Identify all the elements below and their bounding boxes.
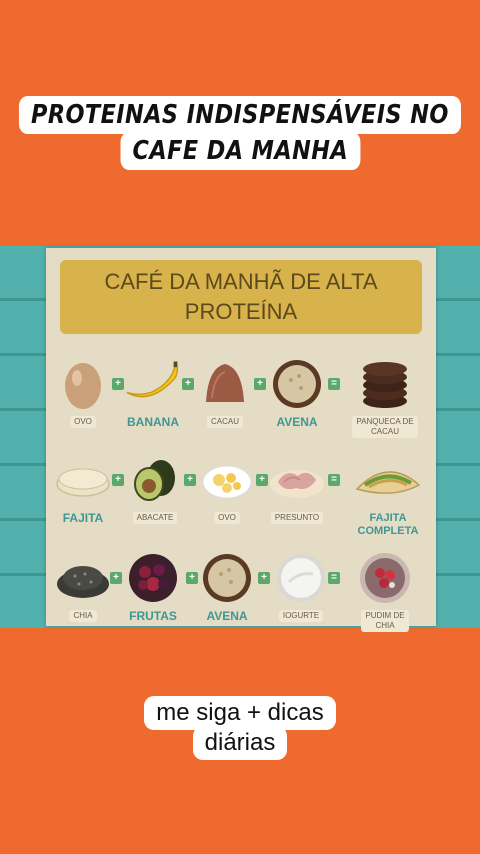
chia-pudding-icon xyxy=(355,550,415,606)
result-fajita: FAJITA COMPLETA xyxy=(352,452,424,544)
ingredient-chia: CHIA xyxy=(50,550,116,642)
recipe-row-2: FAJITA + ABACATE + OVO + PRESUNTO = FAJI… xyxy=(46,452,436,544)
ham-icon xyxy=(267,452,327,508)
yogurt-icon xyxy=(271,550,331,606)
result-label-line-1: FAJITA xyxy=(369,512,407,524)
poster: CAFÉ DA MANHÃ DE ALTA PROTEÍNA OVO + BAN… xyxy=(46,248,436,632)
bottom-caption-line-1: me siga + dicas xyxy=(144,696,336,730)
bottom-caption: me siga + dicas diárias xyxy=(0,696,480,760)
ingredient-label: FAJITA xyxy=(62,511,104,525)
result-label-line-1: PUDIM DE xyxy=(365,611,405,620)
top-caption-line-2: CAFE DA MANHA xyxy=(120,132,360,170)
ingredient-label: AVENA xyxy=(276,415,318,429)
result-label-line-2: CACAU xyxy=(370,427,399,436)
ingredient-label: OVO xyxy=(70,416,96,428)
equals-sign: = xyxy=(328,572,340,584)
poster-title: CAFÉ DA MANHÃ DE ALTA PROTEÍNA xyxy=(60,260,422,334)
result-label-line-2: CHIA xyxy=(375,621,395,630)
banana-icon xyxy=(123,356,183,412)
ingredient-label: FRUTAS xyxy=(129,609,177,623)
top-caption: PROTEINAS INDISPENSÁVEIS NO CAFE DA MANH… xyxy=(0,96,480,170)
top-caption-line-1: PROTEINAS INDISPENSÁVEIS NO xyxy=(19,96,461,134)
poster-title-line-1: CAFÉ DA MANHÃ DE ALTA xyxy=(104,269,378,294)
oats-icon xyxy=(197,550,257,606)
ingredient-label: CHIA xyxy=(69,610,97,622)
poster-title-line-2: PROTEÍNA xyxy=(184,299,298,324)
result-label-line-2: COMPLETA xyxy=(357,525,419,537)
ingredient-cocoa: CACAU xyxy=(192,356,258,448)
ingredient-oats: AVENA xyxy=(194,550,260,642)
ingredient-label: BANANA xyxy=(127,415,179,429)
pancakes-icon xyxy=(355,356,415,412)
ingredient-ham: PRESUNTO xyxy=(264,452,330,544)
avocado-icon xyxy=(125,452,185,508)
ingredient-yogurt: IOGURTE xyxy=(268,550,334,642)
ingredient-label: OVO xyxy=(214,512,240,524)
result-label: FAJITA COMPLETA xyxy=(358,512,419,538)
scrambled-egg-icon xyxy=(197,452,257,508)
result-chia-pudding: PUDIM DE CHIA xyxy=(352,550,418,642)
fajita-icon xyxy=(352,452,424,508)
equals-sign: = xyxy=(328,474,340,486)
equals-sign: = xyxy=(328,378,340,390)
result-label: PANQUECA DE CACAU xyxy=(352,416,418,438)
ingredient-label: IOGURTE xyxy=(278,610,324,622)
recipe-row-1: OVO + BANANA + CACAU + AVENA = PANQUECA … xyxy=(46,356,436,448)
ingredient-banana: BANANA xyxy=(120,356,186,448)
infographic-image: CAFÉ DA MANHÃ DE ALTA PROTEÍNA OVO + BAN… xyxy=(0,246,480,632)
result-pancakes: PANQUECA DE CACAU xyxy=(352,356,418,448)
berries-icon xyxy=(123,550,183,606)
cocoa-icon xyxy=(195,356,255,412)
ingredient-avocado: ABACATE xyxy=(122,452,188,544)
ingredient-label: PRESUNTO xyxy=(270,512,324,524)
result-label-line-1: PANQUECA DE xyxy=(356,417,414,426)
egg-icon xyxy=(53,356,113,412)
ingredient-tortilla: FAJITA xyxy=(50,452,116,544)
bottom-caption-line-2: diárias xyxy=(192,726,288,760)
result-label: PUDIM DE CHIA xyxy=(361,610,409,632)
ingredient-egg: OVO xyxy=(50,356,116,448)
ingredient-berries: FRUTAS xyxy=(120,550,186,642)
oats-icon xyxy=(267,356,327,412)
tortilla-icon xyxy=(53,452,113,508)
ingredient-label: ABACATE xyxy=(132,512,178,524)
ingredient-label: CACAU xyxy=(206,416,243,428)
ingredient-label: AVENA xyxy=(206,609,248,623)
chia-icon xyxy=(53,550,113,606)
ingredient-oats: AVENA xyxy=(264,356,330,448)
ingredient-scrambled-egg: OVO xyxy=(194,452,260,544)
recipe-row-3: CHIA + FRUTAS + AVENA + IOGURTE = PUDIM … xyxy=(46,550,436,642)
